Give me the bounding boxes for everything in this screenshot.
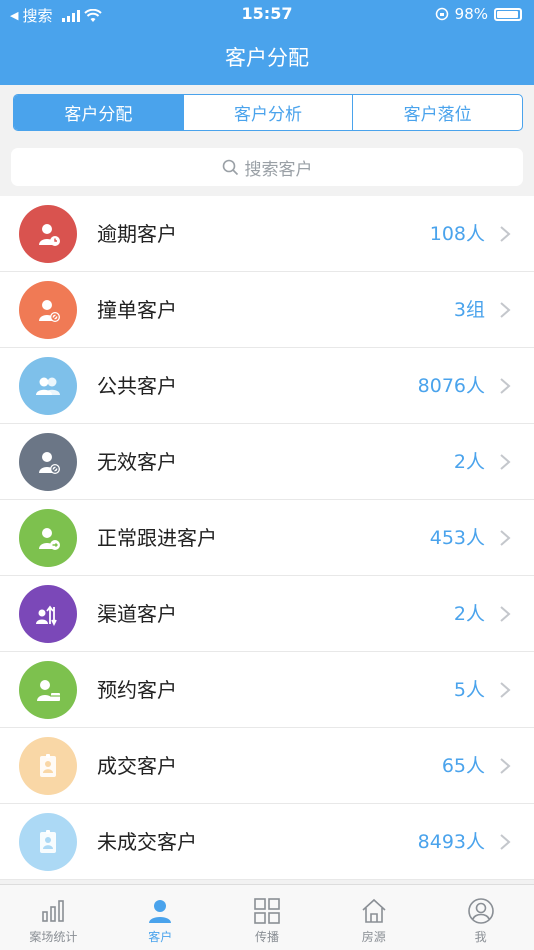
group-icon [19, 357, 77, 415]
page-title: 客户分配 [225, 46, 309, 70]
person-icon [149, 900, 172, 923]
list-item-label: 公共客户 [97, 374, 177, 398]
tabbar-label: 房源 [361, 930, 386, 944]
bar-chart-icon [42, 900, 65, 922]
header: ◀ 搜索 15:57 98% 客户分配 [0, 0, 534, 85]
list-item[interactable]: 公共客户 8076人 [0, 348, 534, 424]
list-item-count: 2人 [453, 603, 485, 625]
person-follow-icon [19, 509, 77, 567]
person-invalid-icon [19, 433, 77, 491]
tabbar-item-spread[interactable]: 传播 [214, 885, 321, 950]
person-clock-icon [19, 205, 77, 263]
list-item[interactable]: 渠道客户 2人 [0, 576, 534, 652]
customer-category-list: 逾期客户 108人 撞单客户 3组 公共客户 8076人 无效客户 2人 正常跟进客户 453人渠… [0, 196, 534, 880]
tabbar-item-me[interactable]: 我 [427, 885, 534, 950]
list-item[interactable]: 成交客户 65人 [0, 728, 534, 804]
rotation-lock-icon [435, 7, 448, 21]
tab-customer-analysis[interactable]: 客户分析 [184, 95, 354, 130]
status-right: 98% [435, 5, 522, 23]
tab-customer-placement[interactable]: 客户落位 [353, 95, 522, 130]
battery-percent: 98% [454, 5, 488, 23]
chevron-right-icon [500, 758, 511, 774]
list-item[interactable]: 逾期客户 108人 [0, 196, 534, 272]
list-item-count: 3组 [453, 299, 485, 321]
list-item-count: 5人 [453, 679, 485, 701]
segmented-control: 客户分配 客户分析 客户落位 [13, 94, 523, 131]
list-item-label: 未成交客户 [97, 830, 197, 854]
badge-icon [19, 813, 77, 871]
person-forbidden-icon [19, 281, 77, 339]
list-item-label: 撞单客户 [97, 298, 177, 322]
bottom-tab-bar: 案场统计 客户 传播 房源 我 [0, 884, 534, 950]
house-icon [362, 898, 386, 923]
chevron-right-icon [500, 606, 511, 622]
person-calendar-icon [19, 661, 77, 719]
tabbar-item-stats[interactable]: 案场统计 [0, 885, 107, 950]
tabbar-label: 我 [474, 930, 487, 944]
list-item-label: 正常跟进客户 [97, 526, 217, 550]
search-icon [222, 159, 238, 175]
list-item-count: 8493人 [417, 831, 485, 853]
tabbar-label: 客户 [148, 930, 173, 944]
list-item-label: 渠道客户 [97, 602, 177, 626]
list-item[interactable]: 正常跟进客户 453人 [0, 500, 534, 576]
tabbar-item-customer[interactable]: 客户 [107, 885, 214, 950]
profile-icon [467, 898, 494, 924]
chevron-right-icon [500, 378, 511, 394]
search-input[interactable]: 搜索客户 [11, 148, 523, 186]
status-bar: ◀ 搜索 15:57 98% [0, 0, 534, 28]
segment-container: 客户分配 客户分析 客户落位 [0, 85, 534, 139]
list-item-count: 108人 [429, 223, 485, 245]
badge-icon [19, 737, 77, 795]
tabbar-item-housing[interactable]: 房源 [320, 885, 427, 950]
tabbar-label: 案场统计 [29, 930, 78, 944]
chevron-right-icon [500, 454, 511, 470]
list-item[interactable]: 未成交客户 8493人 [0, 804, 534, 880]
tab-customer-assign[interactable]: 客户分配 [14, 95, 184, 130]
list-item-label: 无效客户 [97, 450, 177, 474]
list-item-count: 65人 [441, 755, 485, 777]
list-item-label: 逾期客户 [97, 222, 177, 246]
tabbar-label: 传播 [254, 930, 279, 944]
list-item[interactable]: 无效客户 2人 [0, 424, 534, 500]
chevron-right-icon [500, 834, 511, 850]
list-item-count: 453人 [429, 527, 485, 549]
list-item[interactable]: 撞单客户 3组 [0, 272, 534, 348]
person-channel-icon [19, 585, 77, 643]
list-item-label: 成交客户 [97, 754, 177, 778]
list-item[interactable]: 预约客户 5人 [0, 652, 534, 728]
search-placeholder: 搜索客户 [244, 159, 313, 180]
chevron-right-icon [500, 226, 511, 242]
chevron-right-icon [500, 302, 511, 318]
chevron-right-icon [500, 682, 511, 698]
list-item-label: 预约客户 [97, 678, 177, 702]
battery-icon [494, 7, 522, 21]
list-item-count: 2人 [453, 451, 485, 473]
chevron-right-icon [500, 530, 511, 546]
grid-icon [254, 898, 280, 924]
search-container: 搜索客户 [0, 139, 534, 196]
list-item-count: 8076人 [417, 375, 485, 397]
